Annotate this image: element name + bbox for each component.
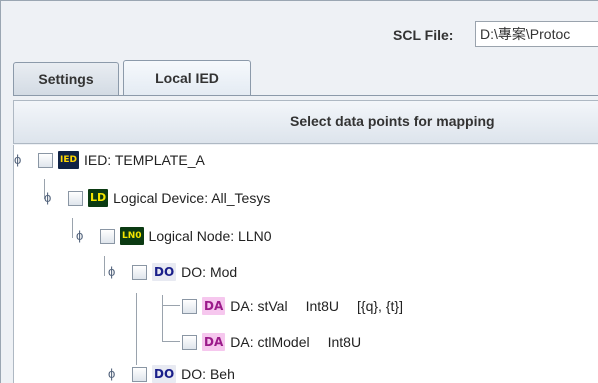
tree-node-label: IED: TEMPLATE_A xyxy=(83,152,205,168)
tree-node-label: Logical Node: LLN0 xyxy=(148,228,272,244)
tree-node-ied[interactable]: IED IED: TEMPLATE_A xyxy=(38,149,205,171)
scl-file-row: SCL File: D:\專案\Protoc xyxy=(1,1,598,61)
expand-handle-icon[interactable]: ϕ xyxy=(44,187,51,209)
tree-node-label: DA: stVal xyxy=(230,298,288,314)
tab-local-ied[interactable]: Local IED xyxy=(123,60,251,95)
data-attribute-icon: DA xyxy=(202,297,226,315)
tree-checkbox[interactable] xyxy=(38,152,53,168)
data-object-icon: DO xyxy=(152,365,177,383)
expand-handle-icon[interactable]: ϕ xyxy=(14,149,21,171)
tree-checkbox[interactable] xyxy=(182,298,197,314)
data-type: Int8U xyxy=(327,334,362,350)
tree-node-do-beh[interactable]: DO DO: Beh xyxy=(132,363,235,383)
scl-file-label: SCL File: xyxy=(393,27,454,43)
tree-node-da-stval[interactable]: DA DA: stVal Int8U [{q}, {t}] xyxy=(182,295,403,317)
logical-device-icon: LD xyxy=(88,189,109,207)
tree-node-label: Logical Device: All_Tesys xyxy=(113,190,271,206)
tree-node-label: DO: Mod xyxy=(181,264,238,280)
tree-connector xyxy=(162,305,180,306)
tree-checkbox[interactable] xyxy=(132,366,147,382)
tree-node-label: DO: Beh xyxy=(181,366,235,382)
tree-node-logical-node[interactable]: LN0 Logical Node: LLN0 xyxy=(100,225,272,247)
tree-checkbox[interactable] xyxy=(182,334,197,350)
expand-handle-icon[interactable]: ϕ xyxy=(76,225,83,247)
tree-connector xyxy=(162,341,180,342)
tree-checkbox[interactable] xyxy=(132,264,147,280)
tree-node-label: DA: ctlModel xyxy=(230,334,310,350)
data-object-icon: DO xyxy=(152,263,177,281)
ied-icon: IED xyxy=(58,151,79,169)
tree-checkbox[interactable] xyxy=(68,190,83,206)
app-window: SCL File: D:\專案\Protoc Settings Local IE… xyxy=(0,0,598,383)
tree-node-do-mod[interactable]: DO DO: Mod xyxy=(132,261,237,283)
logical-node-icon: LN0 xyxy=(120,227,144,245)
mapping-header-title: Select data points for mapping xyxy=(290,113,495,129)
tab-divider xyxy=(13,95,598,96)
data-point-tree: ϕ IED IED: TEMPLATE_A ϕ LD Logical Devic… xyxy=(13,145,598,383)
tree-connector xyxy=(104,256,105,276)
tab-settings[interactable]: Settings xyxy=(13,62,119,95)
tree-connector xyxy=(162,295,163,341)
expand-handle-icon[interactable]: ϕ xyxy=(108,363,115,383)
tree-connector xyxy=(136,293,137,365)
trigger-options: [{q}, {t}] xyxy=(357,298,403,314)
data-type: Int8U xyxy=(305,298,340,314)
mapping-header: Select data points for mapping xyxy=(13,100,598,144)
tree-node-da-ctlmodel[interactable]: DA DA: ctlModel Int8U xyxy=(182,331,361,353)
data-attribute-icon: DA xyxy=(202,333,226,351)
tree-checkbox[interactable] xyxy=(100,228,115,244)
scl-file-path-field[interactable]: D:\專案\Protoc xyxy=(475,21,598,47)
tree-node-logical-device[interactable]: LD Logical Device: All_Tesys xyxy=(68,187,270,209)
tree-connector xyxy=(72,218,73,238)
expand-handle-icon[interactable]: ϕ xyxy=(108,261,115,283)
